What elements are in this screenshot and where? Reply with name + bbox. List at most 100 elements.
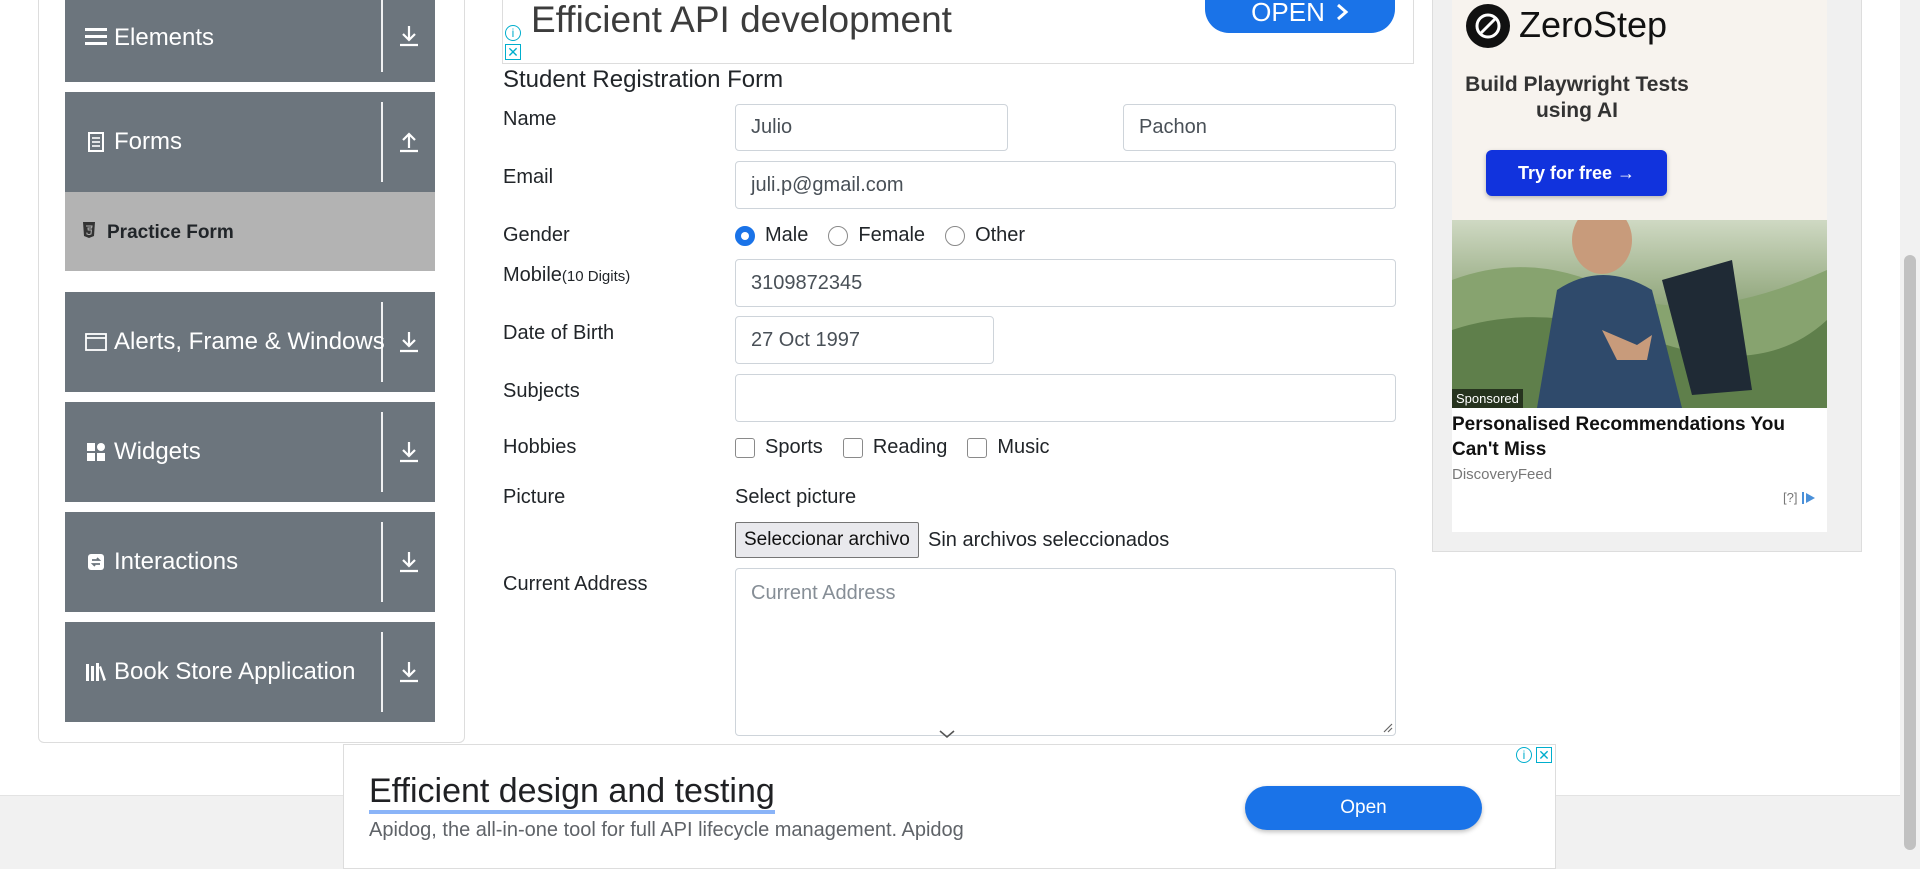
gender-male-option[interactable]: Male <box>735 224 808 247</box>
radio-male[interactable] <box>735 225 755 246</box>
resize-grip-icon[interactable] <box>1381 721 1393 733</box>
ad-choices[interactable]: [?] <box>1783 490 1817 505</box>
ad-close-icon[interactable]: ✕ <box>505 44 521 60</box>
adchoices-icon[interactable]: i <box>505 25 521 41</box>
sidebar-item-label: Practice Form <box>107 222 234 243</box>
checkbox-music[interactable] <box>967 437 988 458</box>
address-textarea[interactable]: Current Address <box>735 568 1396 736</box>
picture-label: Picture <box>503 486 566 508</box>
chevron-right-icon <box>1336 3 1349 21</box>
divider <box>381 102 383 182</box>
zerostep-logo-icon <box>1466 4 1510 48</box>
hobbies-checkbox-group: Sports Reading Music <box>735 436 1070 459</box>
hamburger-icon <box>85 25 107 47</box>
choose-file-button[interactable]: Seleccionar archivo <box>735 522 919 558</box>
sidebar-group-book-store[interactable]: Book Store Application <box>65 622 435 722</box>
sidebar-group-forms[interactable]: Forms <box>65 92 435 192</box>
mobile-label-text: Mobile <box>503 264 562 286</box>
ad-photo[interactable] <box>1452 220 1827 408</box>
ad-brand: ZeroStep <box>1519 4 1668 45</box>
download-arrow-icon <box>395 658 423 686</box>
mobile-hint: (10 Digits) <box>561 268 631 285</box>
hobbies-label: Hobbies <box>503 436 577 458</box>
subjects-label: Subjects <box>503 380 580 402</box>
mobile-input[interactable]: 3109872345 <box>735 259 1396 307</box>
divider <box>381 522 383 602</box>
dob-input[interactable]: 27 Oct 1997 <box>735 316 994 364</box>
interactions-icon <box>85 551 107 573</box>
top-ad-banner[interactable]: Efficient API development OPEN i ✕ <box>502 0 1414 64</box>
sidebar-group-label: Widgets <box>114 438 201 465</box>
hobby-reading-option[interactable]: Reading <box>842 436 948 459</box>
radio-other[interactable] <box>945 225 966 246</box>
email-label: Email <box>503 166 554 188</box>
ad-subtitle: Apidog, the all-in-one tool for full API… <box>369 819 964 841</box>
option-label: Sports <box>765 436 823 458</box>
option-label: Other <box>975 224 1026 246</box>
sidebar-group-widgets[interactable]: Widgets <box>65 402 435 502</box>
ad-open-button[interactable]: Open <box>1245 786 1482 830</box>
sponsored-badge: Sponsored <box>1452 389 1523 408</box>
hobby-sports-option[interactable]: Sports <box>735 436 823 459</box>
try-for-free-button[interactable]: Try for free → <box>1486 150 1667 196</box>
divider <box>381 302 383 382</box>
sidebar-group-elements[interactable]: Elements <box>65 0 435 82</box>
last-name-input[interactable]: Pachon <box>1123 104 1396 151</box>
divider <box>381 412 383 492</box>
ad-open-label: OPEN <box>1251 0 1325 27</box>
scrollbar-thumb[interactable] <box>1904 255 1916 850</box>
gender-radio-group: Male Female Other <box>735 224 1045 247</box>
ad-source: DiscoveryFeed <box>1452 466 1553 483</box>
ad-choices-label: [?] <box>1783 490 1798 505</box>
ad-open-button[interactable]: OPEN <box>1205 0 1395 33</box>
books-icon <box>85 661 107 683</box>
checkbox-sports[interactable] <box>735 437 755 458</box>
option-label: Reading <box>872 436 948 458</box>
bottom-ad-banner[interactable]: Efficient design and testing Apidog, the… <box>343 744 1556 869</box>
sidebar-group-label: Book Store Application <box>114 658 356 685</box>
download-arrow-icon <box>395 548 423 576</box>
upload-arrow-icon <box>395 128 423 156</box>
checkbox-reading[interactable] <box>842 437 863 458</box>
page: Elements Forms Practice Form Alerts, Fra… <box>0 0 1920 869</box>
sidebar-group-label: Elements <box>114 23 215 51</box>
option-label: Male <box>765 224 809 246</box>
download-arrow-icon <box>395 438 423 466</box>
sidebar-group-interactions[interactable]: Interactions <box>65 512 435 612</box>
hobby-music-option[interactable]: Music <box>967 436 1050 459</box>
divider <box>381 632 383 712</box>
download-arrow-icon <box>395 328 423 356</box>
first-name-input[interactable]: Julio <box>735 104 1008 151</box>
mobile-label: Mobile(10 Digits) <box>503 264 630 287</box>
subjects-input[interactable] <box>735 374 1396 422</box>
ad-tagline: Build Playwright Tests using AI <box>1465 73 1689 122</box>
scrollbar[interactable] <box>1900 0 1920 869</box>
radio-female[interactable] <box>828 225 849 246</box>
adchoices-icon[interactable]: i <box>1516 747 1532 763</box>
gender-other-option[interactable]: Other <box>945 224 1025 247</box>
form-icon <box>85 131 107 153</box>
file-status: Sin archivos seleccionados <box>928 529 1170 551</box>
gender-female-option[interactable]: Female <box>828 224 925 247</box>
address-label: Current Address <box>503 573 648 595</box>
gender-label: Gender <box>503 224 570 246</box>
sidebar-group-label: Forms <box>114 128 182 155</box>
widgets-icon <box>85 441 107 463</box>
ad-close-icon[interactable]: ✕ <box>1536 747 1552 763</box>
form-title: Student Registration Form <box>503 66 784 93</box>
chevron-down-icon <box>939 730 955 739</box>
sidebar-item-practice-form[interactable]: Practice Form <box>65 192 435 271</box>
ad-title: Efficient design and testing <box>369 772 775 814</box>
html5-icon <box>82 222 96 243</box>
divider <box>381 0 383 72</box>
option-label: Music <box>997 436 1050 458</box>
email-input[interactable]: juli.p@gmail.com <box>735 161 1396 209</box>
download-arrow-icon <box>395 22 423 50</box>
sidebar-group-label: Alerts, Frame & Windows <box>114 328 385 355</box>
dob-label: Date of Birth <box>503 322 615 344</box>
sidebar-group-label: Interactions <box>114 548 239 575</box>
adchoices-icon <box>1802 491 1816 504</box>
sidebar-group-alerts[interactable]: Alerts, Frame & Windows <box>65 292 435 392</box>
ad-headline[interactable]: Personalised Recommendations You Can't M… <box>1452 412 1827 462</box>
picture-prompt: Select picture <box>735 486 857 508</box>
